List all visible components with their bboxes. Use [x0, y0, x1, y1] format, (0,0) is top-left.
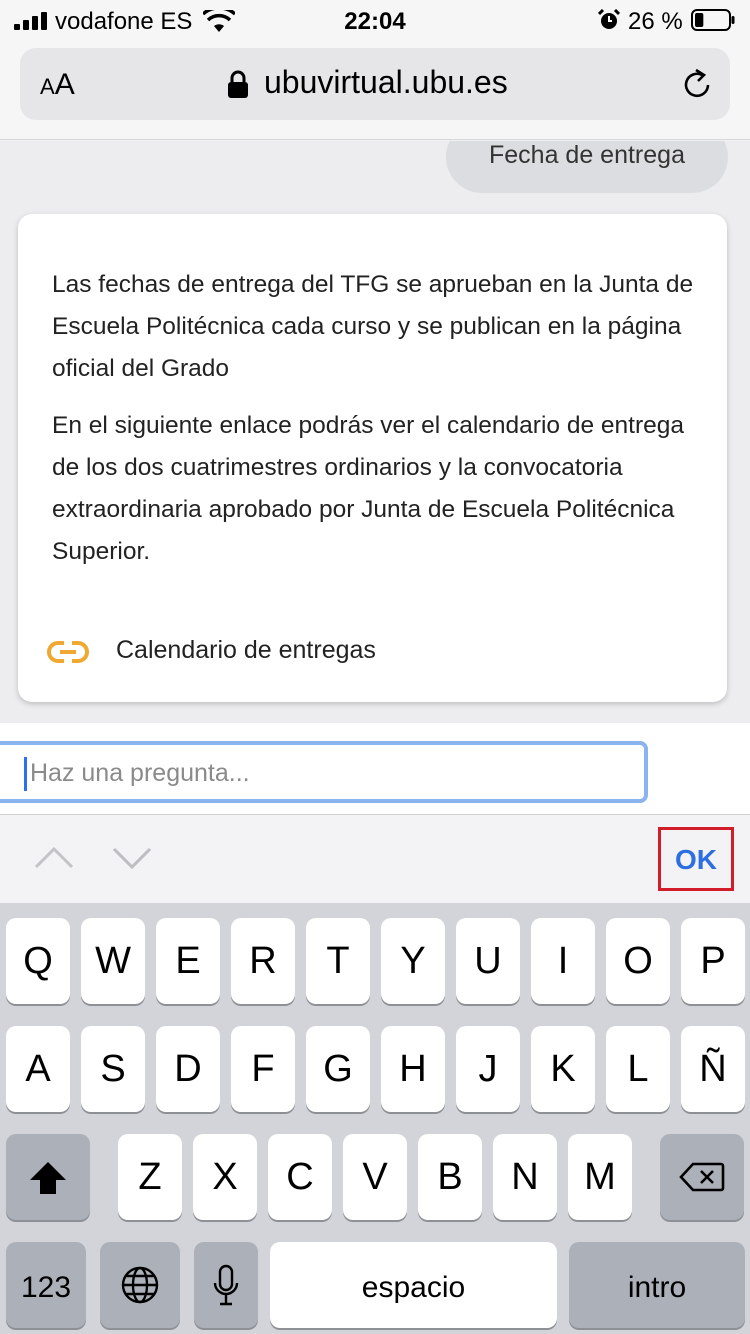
bot-paragraph: En el siguiente enlace podrás ver el cal…	[52, 412, 684, 565]
key-x[interactable]: X	[193, 1134, 257, 1220]
ok-button[interactable]: OK	[658, 827, 734, 891]
return-key[interactable]: intro	[569, 1242, 745, 1328]
key-h[interactable]: H	[381, 1026, 445, 1112]
key-s[interactable]: S	[81, 1026, 145, 1112]
key-r[interactable]: R	[231, 918, 295, 1004]
key-a[interactable]: A	[6, 1026, 70, 1112]
key-q[interactable]: Q	[6, 918, 70, 1004]
key-n[interactable]: N	[493, 1134, 557, 1220]
key-i[interactable]: I	[531, 918, 595, 1004]
chat-conversation: Fecha de entrega Las fechas de entrega d…	[0, 141, 750, 723]
reload-icon[interactable]	[680, 68, 714, 102]
text-size-button[interactable]: AA	[40, 68, 75, 102]
url-field[interactable]: AA ubuvirtual.ubu.es	[20, 48, 730, 120]
battery-percentage: 26 %	[628, 8, 683, 35]
chevron-up-icon[interactable]	[34, 843, 74, 871]
shift-icon	[30, 1162, 66, 1194]
key-l[interactable]: L	[606, 1026, 670, 1112]
key-w[interactable]: W	[81, 918, 145, 1004]
keyboard-accessory-bar: OK	[0, 815, 750, 903]
microphone-key[interactable]	[194, 1242, 258, 1328]
question-input-area: Haz una pregunta...	[0, 723, 750, 815]
status-bar: vodafone ES 22:04 26 %	[0, 0, 750, 42]
keyboard: QWERTYUIOP ASDFGHJKLÑ ZXCVBNM 123 espaci…	[0, 903, 750, 1334]
key-j[interactable]: J	[456, 1026, 520, 1112]
key-b[interactable]: B	[418, 1134, 482, 1220]
key-g[interactable]: G	[306, 1026, 370, 1112]
question-input[interactable]: Haz una pregunta...	[0, 741, 648, 803]
key-y[interactable]: Y	[381, 918, 445, 1004]
shift-key[interactable]	[6, 1134, 90, 1220]
browser-address-bar: AA ubuvirtual.ubu.es	[0, 42, 750, 140]
url-text: ubuvirtual.ubu.es	[264, 64, 508, 100]
backspace-key[interactable]	[660, 1134, 744, 1220]
chevron-down-icon[interactable]	[112, 845, 152, 873]
key-d[interactable]: D	[156, 1026, 220, 1112]
key-e[interactable]: E	[156, 918, 220, 1004]
calendar-link-label: Calendario de entregas	[116, 636, 376, 664]
key-f[interactable]: F	[231, 1026, 295, 1112]
key-v[interactable]: V	[343, 1134, 407, 1220]
microphone-icon	[213, 1264, 239, 1306]
link-icon	[47, 641, 89, 663]
key-t[interactable]: T	[306, 918, 370, 1004]
calendar-link[interactable]: Calendario de entregas	[46, 634, 646, 674]
key-k[interactable]: K	[531, 1026, 595, 1112]
space-key[interactable]: espacio	[270, 1242, 557, 1328]
bot-paragraph: Las fechas de entrega del TFG se aprueba…	[52, 271, 694, 382]
globe-key[interactable]	[100, 1242, 180, 1328]
globe-icon	[121, 1266, 159, 1304]
numbers-key[interactable]: 123	[6, 1242, 86, 1328]
key-ñ[interactable]: Ñ	[681, 1026, 745, 1112]
question-input-placeholder: Haz una pregunta...	[30, 759, 250, 787]
key-c[interactable]: C	[268, 1134, 332, 1220]
key-p[interactable]: P	[681, 918, 745, 1004]
user-message-bubble: Fecha de entrega	[446, 141, 728, 193]
text-cursor	[24, 757, 27, 791]
battery-icon	[691, 9, 735, 31]
key-o[interactable]: O	[606, 918, 670, 1004]
bot-response-card: Las fechas de entrega del TFG se aprueba…	[18, 214, 727, 702]
lock-icon	[228, 70, 248, 98]
key-z[interactable]: Z	[118, 1134, 182, 1220]
key-u[interactable]: U	[456, 918, 520, 1004]
backspace-icon	[679, 1162, 725, 1192]
alarm-icon	[598, 9, 620, 29]
key-m[interactable]: M	[568, 1134, 632, 1220]
